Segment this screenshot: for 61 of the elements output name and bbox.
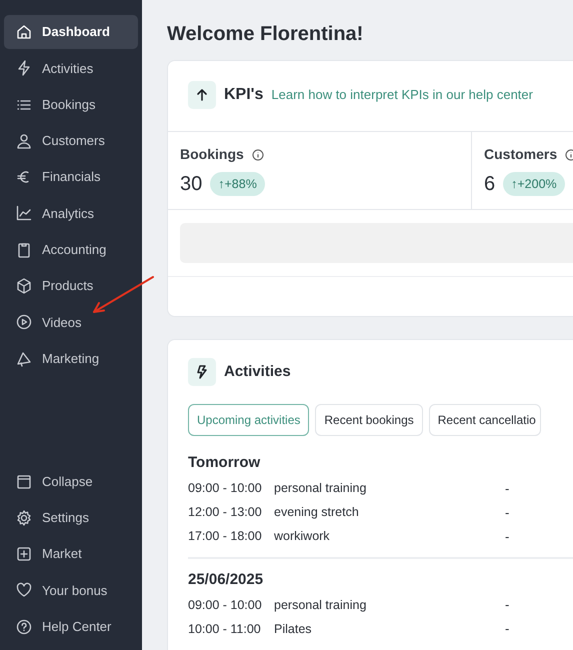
sidebar-item[interactable]: Dashboard <box>4 15 138 49</box>
stat-label: Bookings <box>180 145 244 164</box>
activity-name: personal training <box>274 480 368 498</box>
heart-icon <box>16 582 32 598</box>
annotation-arrow <box>93 276 154 313</box>
help-icon <box>16 618 32 635</box>
play-icon <box>16 314 32 330</box>
sidebar-item[interactable]: Market <box>4 537 138 572</box>
settings-icon <box>16 510 32 526</box>
card-title: Activities <box>224 362 291 382</box>
table-cell-text: - <box>505 504 510 522</box>
arrow-up-icon <box>188 81 216 109</box>
sidebar-item[interactable]: Marketing <box>4 342 138 376</box>
sidebar-item[interactable]: Settings <box>4 500 138 535</box>
date-heading: Tomorrow <box>188 453 260 473</box>
stat-value: 30 <box>180 172 202 197</box>
sidebar-item[interactable]: Your bonus <box>4 573 138 608</box>
sidebar-item[interactable]: Activities <box>4 51 138 86</box>
sidebar-item[interactable]: Collapse <box>4 464 138 499</box>
lightning-icon <box>16 60 32 76</box>
activity-name: evening stretch <box>274 504 360 522</box>
sidebar-item[interactable]: Help Center <box>4 610 138 644</box>
lightning-icon <box>188 358 216 386</box>
line-chart-icon <box>16 205 32 222</box>
home-icon <box>16 24 32 40</box>
time-range: 12:00 - 13:00 <box>188 504 263 522</box>
stat-value: 6 <box>484 172 496 197</box>
table-cell-text: - <box>505 480 510 498</box>
time-range: 17:00 - 18:00 <box>188 528 263 546</box>
sidebar-item[interactable]: Customers <box>4 124 138 158</box>
info-icon <box>252 148 264 160</box>
cube-icon <box>16 278 32 294</box>
person-icon <box>16 132 32 149</box>
tab[interactable]: Upcoming activities <box>188 404 310 436</box>
card-title: KPI's <box>224 85 264 105</box>
activity-name: personal training <box>274 596 368 614</box>
sidebar-item[interactable]: Financials <box>4 160 138 194</box>
sidebar-item[interactable]: Products <box>4 269 138 304</box>
activity-name: Pilates <box>274 620 313 638</box>
change-badge: ↑+88% <box>210 172 265 196</box>
page-title: Welcome Florentina! <box>167 22 364 46</box>
activity-name: workiwork <box>274 528 331 546</box>
panel-icon <box>16 474 32 490</box>
tab[interactable]: Recent cancellatio <box>428 404 541 436</box>
time-range: 10:00 - 11:00 <box>188 620 262 638</box>
table-cell-text: - <box>505 620 510 638</box>
tab[interactable]: Recent bookings <box>315 404 423 436</box>
sidebar-item[interactable]: Videos <box>4 305 138 340</box>
table-cell-text: - <box>505 528 510 546</box>
sidebar-item[interactable]: Accounting <box>4 232 138 267</box>
table-cell-text: - <box>505 596 510 614</box>
clipboard-icon <box>16 242 32 258</box>
help-link[interactable]: Learn how to interpret KPIs in our help center <box>271 85 533 105</box>
date-heading: 25/06/2025 <box>188 570 264 590</box>
plus-square-icon <box>16 546 32 562</box>
sidebar-item[interactable]: Analytics <box>4 196 138 230</box>
change-badge: ↑+200% <box>503 172 565 196</box>
sidebar-item[interactable]: Bookings <box>4 88 138 122</box>
time-range: 09:00 - 10:00 <box>188 596 263 614</box>
time-range: 09:00 - 10:00 <box>188 480 263 498</box>
stat-label: Customers <box>484 145 558 164</box>
